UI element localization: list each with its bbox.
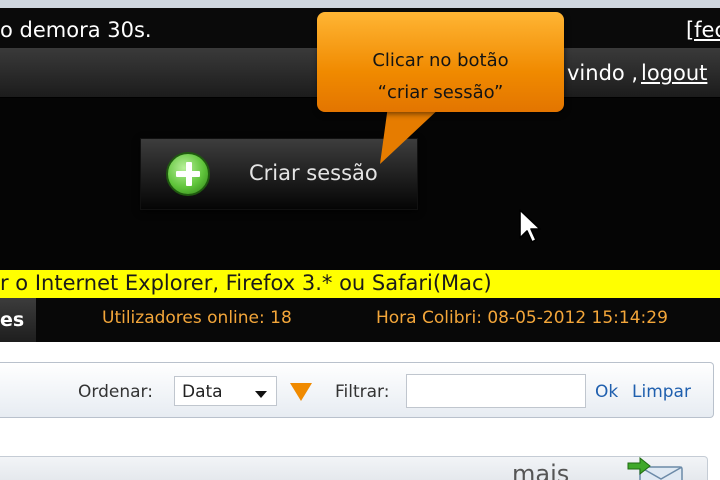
instruction-callout: Clicar no botão “criar sessão” xyxy=(317,12,564,112)
filter-input[interactable] xyxy=(406,374,586,408)
sort-selected-value: Data xyxy=(182,382,223,402)
status-tab-label: es xyxy=(0,309,25,331)
notice-text: o demora 30s. xyxy=(0,18,152,42)
chevron-down-icon xyxy=(255,391,267,398)
mouse-cursor-icon xyxy=(519,209,541,243)
sort-select[interactable]: Data xyxy=(174,376,277,406)
create-session-button[interactable]: Criar sessão xyxy=(140,138,418,210)
status-bar: es Utilizadores online: 18 Hora Colibri:… xyxy=(0,298,720,342)
triangle-down-icon[interactable] xyxy=(290,383,312,401)
filter-bar: Ordenar: Data Filtrar: Ok Limpar xyxy=(0,362,714,418)
create-session-label: Criar sessão xyxy=(249,161,378,185)
plus-icon xyxy=(166,152,210,196)
logout-link[interactable]: logout xyxy=(641,61,707,85)
colibri-time-text: Hora Colibri: 08-05-2012 15:14:29 xyxy=(376,308,668,328)
clear-link[interactable]: Limpar xyxy=(632,382,691,402)
sort-label: Ordenar: xyxy=(78,382,153,402)
status-tab[interactable]: es xyxy=(0,298,36,342)
top-strip xyxy=(0,0,720,8)
lower-panel: mais xyxy=(0,456,708,480)
callout-line-1: Clicar no botão xyxy=(372,50,509,71)
welcome-text: vindo , xyxy=(567,61,639,85)
filter-label: Filtrar: xyxy=(335,382,390,402)
callout-line-2: “criar sessão” xyxy=(377,82,504,103)
browser-notice-bar: r o Internet Explorer, Firefox 3.* ou Sa… xyxy=(0,270,720,298)
browser-notice-text: r o Internet Explorer, Firefox 3.* ou Sa… xyxy=(0,271,492,295)
close-link[interactable]: [fec xyxy=(686,18,720,42)
ok-link[interactable]: Ok xyxy=(595,382,618,402)
callout-tail xyxy=(380,106,442,164)
online-users-text: Utilizadores online: 18 xyxy=(102,308,292,328)
more-text: mais xyxy=(512,460,570,480)
mail-forward-icon[interactable] xyxy=(626,457,686,480)
